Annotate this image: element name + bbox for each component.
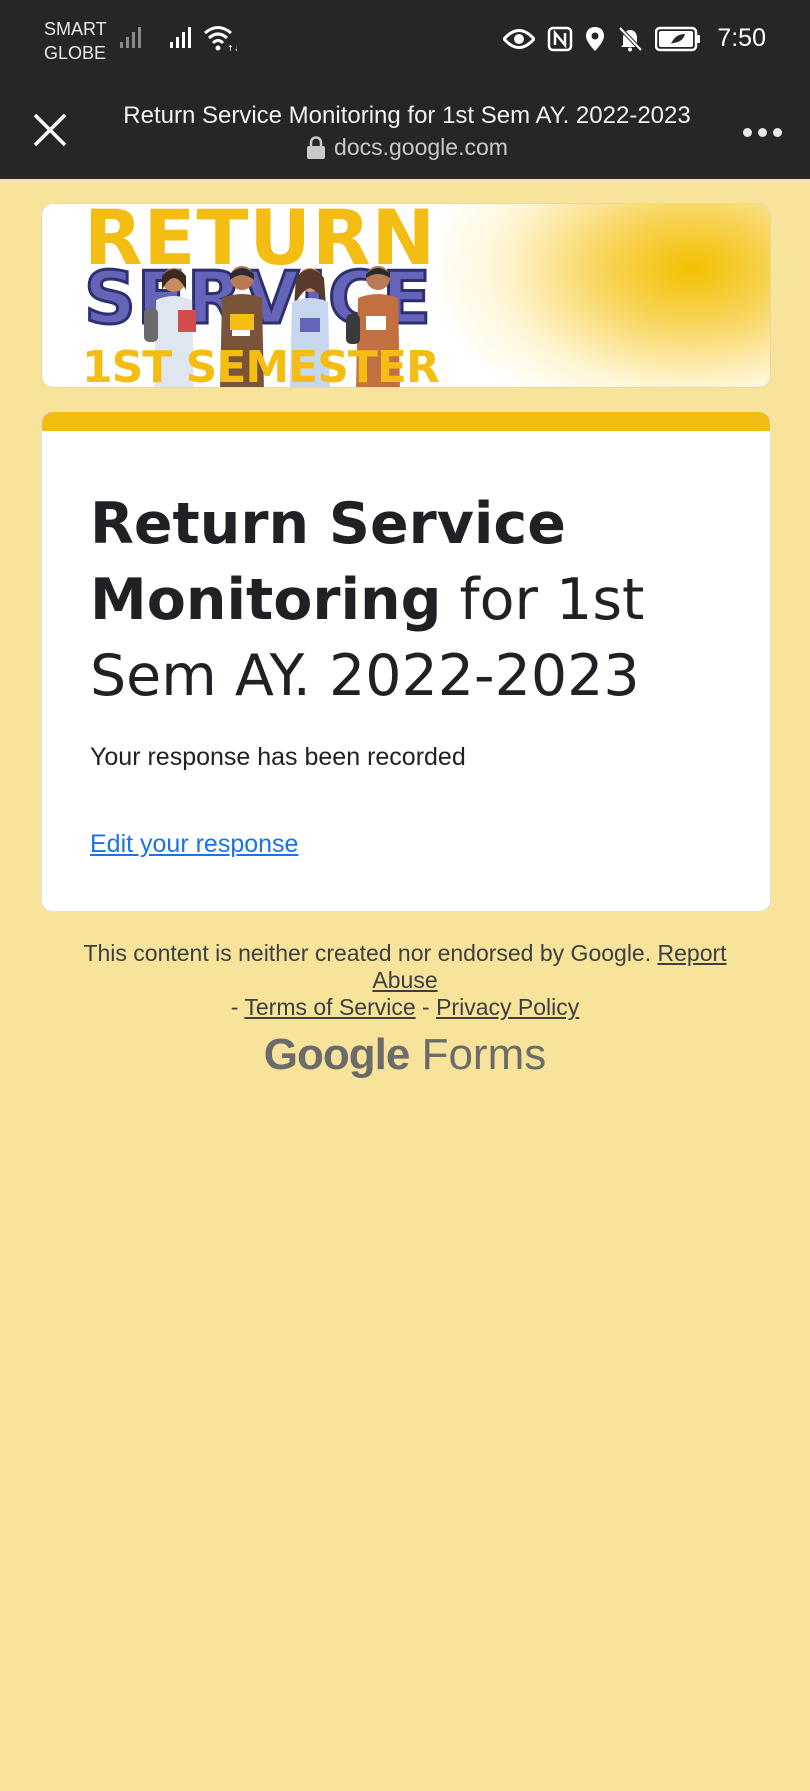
more-options-icon [742,127,752,137]
wifi-icon: ↑↓ [204,26,237,52]
nfc-icon [548,26,573,51]
google-forms-logo[interactable]: Google Forms [0,1030,810,1080]
separator: - [230,994,245,1020]
terms-of-service-link[interactable]: Terms of Service [244,994,415,1020]
eye-icon [503,28,536,49]
status-bar: SMART GLOBE ↑↓ [0,0,810,84]
bell-off-icon [618,26,643,51]
location-icon [586,26,605,51]
footer-disclaimer: This content is neither created nor endo… [60,940,750,1021]
browser-toolbar: Return Service Monitoring for 1st Sem AY… [0,84,810,179]
confirmation-message: Your response has been recorded [90,743,466,771]
separator: - [415,994,437,1020]
svg-text:↑↓: ↑↓ [227,44,237,52]
privacy-policy-link[interactable]: Privacy Policy [436,994,579,1020]
form-title: Return Service Monitoring for 1st Sem AY… [90,486,730,714]
carrier-line-2: GLOBE [44,43,107,63]
close-button[interactable] [28,108,72,152]
brand-google: Google [263,1030,411,1079]
brand-forms: Forms [421,1030,547,1079]
disclaimer-text: This content is neither created nor endo… [83,940,652,966]
signal-icon [170,27,191,48]
signal-icon [120,27,141,48]
more-options-button[interactable] [738,112,786,152]
clock: 7:50 [717,24,766,52]
carrier-line-1: SMART [44,19,107,39]
more-options-dot [772,127,782,137]
browser-page-title: Return Service Monitoring for 1st Sem AY… [123,102,691,129]
top-chrome: SMART GLOBE ↑↓ [0,0,810,179]
more-options-dot [757,127,767,137]
confirmation-card: Return Service Monitoring for 1st Sem AY… [41,411,771,912]
status-icons: 7:50 [503,24,766,53]
banner-text-semester: 1ST SEMESTER [82,342,440,388]
url-display[interactable]: docs.google.com [92,134,722,161]
url-text: docs.google.com [334,134,508,160]
lock-icon [307,135,326,159]
close-icon [33,113,67,147]
battery-icon [655,26,701,51]
carrier-label: SMART GLOBE [44,17,107,65]
banner-glow [440,204,770,387]
edit-response-link[interactable]: Edit your response [90,830,298,859]
card-accent-bar [42,412,770,431]
form-header-image: RETURN SERVICE 1ST SEMESTER [41,203,771,388]
